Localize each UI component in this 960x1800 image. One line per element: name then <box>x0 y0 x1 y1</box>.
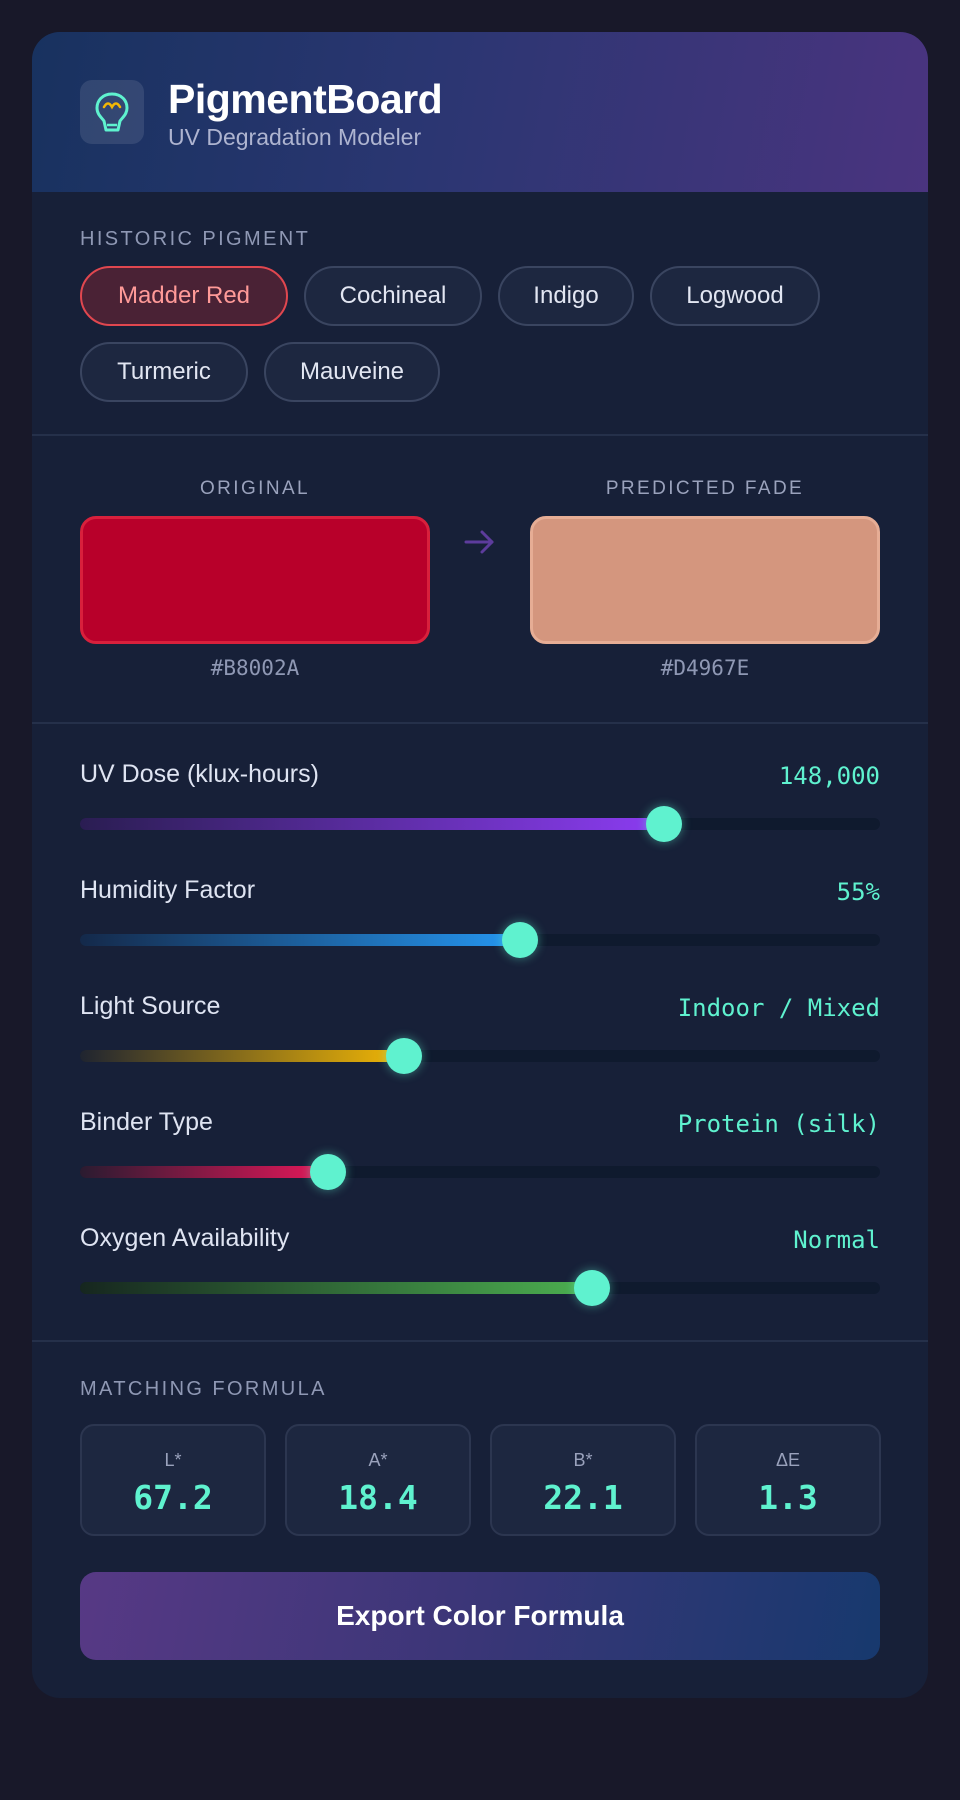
pigment-chip-madder-red[interactable]: Madder Red <box>80 266 288 326</box>
app-subtitle: UV Degradation Modeler <box>168 124 422 150</box>
original-swatch <box>80 516 430 644</box>
pigment-section-label: HISTORIC PIGMENT <box>80 228 311 250</box>
divider <box>32 722 928 724</box>
chip-label: Logwood <box>686 282 784 309</box>
light-source-value: Indoor / Mixed <box>677 994 880 1022</box>
metric-delta-e: ΔE 1.3 <box>695 1424 881 1536</box>
metric-value: 67.2 <box>133 1478 213 1517</box>
slider-thumb[interactable] <box>646 806 682 842</box>
metric-value: 1.3 <box>758 1478 818 1517</box>
pigment-chip-logwood[interactable]: Logwood <box>650 266 820 326</box>
oxygen-slider[interactable] <box>80 1270 880 1306</box>
app-title: PigmentBoard <box>168 76 443 122</box>
app-header: PigmentBoard UV Degradation Modeler <box>32 32 928 192</box>
metric-label: B* <box>573 1450 593 1470</box>
oxygen-value: Normal <box>793 1226 880 1254</box>
metric-b-star: B* 22.1 <box>490 1424 676 1536</box>
binder-type-value: Protein (silk) <box>677 1110 880 1138</box>
arrow-right-icon <box>464 530 494 554</box>
pigment-chip-cochineal[interactable]: Cochineal <box>304 266 482 326</box>
chip-label: Turmeric <box>117 358 211 385</box>
chip-label: Indigo <box>533 282 599 309</box>
predicted-label: PREDICTED FADE <box>605 478 805 499</box>
binder-type-label: Binder Type <box>80 1108 213 1136</box>
humidity-slider[interactable] <box>80 922 880 958</box>
metric-label: L* <box>164 1450 182 1470</box>
slider-thumb[interactable] <box>502 922 538 958</box>
predicted-hex: #D4967E <box>660 656 750 680</box>
pigment-chip-turmeric[interactable]: Turmeric <box>80 342 248 402</box>
predicted-fade-swatch <box>530 516 880 644</box>
app-logo <box>80 80 144 144</box>
export-formula-button[interactable]: Export Color Formula <box>80 1572 880 1660</box>
metric-value: 22.1 <box>543 1478 623 1517</box>
humidity-label: Humidity Factor <box>80 876 256 904</box>
metric-label: A* <box>368 1450 388 1470</box>
uv-dose-value: 148,000 <box>778 762 880 790</box>
chip-label: Cochineal <box>339 282 447 309</box>
humidity-value: 55% <box>836 878 880 906</box>
oxygen-label: Oxygen Availability <box>80 1224 290 1252</box>
metric-a-star: A* 18.4 <box>285 1424 471 1536</box>
light-source-label: Light Source <box>80 992 221 1020</box>
original-label: ORIGINAL <box>200 478 310 499</box>
slider-fill <box>80 1166 328 1178</box>
pigment-chip-indigo[interactable]: Indigo <box>498 266 634 326</box>
chip-label: Madder Red <box>117 282 251 309</box>
uv-dose-slider[interactable] <box>80 806 880 842</box>
divider <box>32 434 928 436</box>
export-button-label: Export Color Formula <box>336 1600 624 1631</box>
slider-fill <box>80 1050 404 1062</box>
slider-fill <box>80 934 520 946</box>
light-source-slider[interactable] <box>80 1038 880 1074</box>
metric-label: ΔE <box>775 1450 801 1470</box>
slider-fill <box>80 818 664 830</box>
original-hex: #B8002A <box>210 656 300 680</box>
pigment-chip-mauveine[interactable]: Mauveine <box>264 342 440 402</box>
slider-thumb[interactable] <box>386 1038 422 1074</box>
divider <box>32 1340 928 1342</box>
slider-thumb[interactable] <box>574 1270 610 1306</box>
chip-label: Mauveine <box>299 358 405 385</box>
pigment-board-card: PigmentBoard UV Degradation Modeler HIST… <box>32 32 928 1698</box>
uv-dose-label: UV Dose (klux-hours) <box>80 760 319 788</box>
binder-type-slider[interactable] <box>80 1154 880 1190</box>
lightbulb-icon <box>95 92 129 132</box>
slider-thumb[interactable] <box>310 1154 346 1190</box>
formula-section-label: MATCHING FORMULA <box>80 1378 327 1400</box>
slider-fill <box>80 1282 592 1294</box>
metric-value: 18.4 <box>338 1478 418 1517</box>
metric-l-star: L* 67.2 <box>80 1424 266 1536</box>
